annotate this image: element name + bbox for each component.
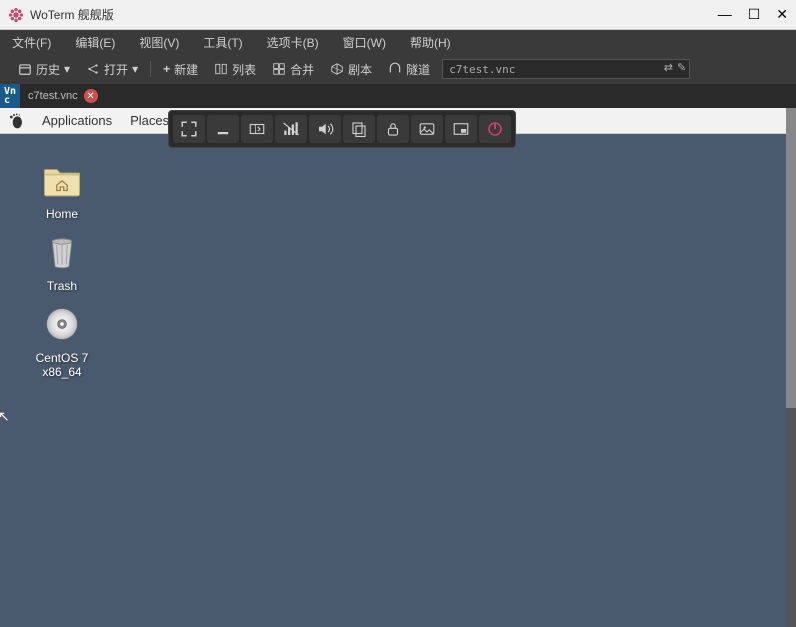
vnc-control-bar: [168, 110, 516, 148]
minimize-icon: [214, 120, 232, 138]
scale-icon: [248, 120, 266, 138]
power-button[interactable]: [479, 115, 511, 143]
calendar-icon: [18, 62, 32, 76]
centos-disc-icon[interactable]: CentOS 7 x86_64: [22, 306, 102, 379]
disc-icon: [41, 306, 83, 342]
fullscreen-icon: [180, 120, 198, 138]
vnc-badge: Vn c: [0, 84, 20, 108]
cube-icon: [330, 62, 344, 76]
desktop[interactable]: ↖ Home Trash: [0, 134, 786, 627]
scrollbar-thumb[interactable]: [786, 108, 796, 408]
home-folder-icon[interactable]: Home: [22, 162, 102, 221]
menu-tabs[interactable]: 选项卡(B): [267, 34, 319, 51]
desktop-icon-label: Home: [22, 207, 102, 221]
window-controls: — ☐ ✕: [718, 6, 788, 23]
gnome-foot-icon: [8, 113, 24, 129]
separator: [150, 61, 151, 77]
menu-file[interactable]: 文件(F): [12, 34, 51, 51]
places-menu[interactable]: Places: [130, 113, 169, 128]
tabbar: Vn c c7test.vnc ✕: [0, 84, 796, 108]
menu-window[interactable]: 窗口(W): [343, 34, 386, 51]
fullscreen-button[interactable]: [173, 115, 205, 143]
plus-icon: +: [163, 62, 170, 76]
merge-button[interactable]: 合并: [266, 59, 320, 80]
minimize-vnc-button[interactable]: [207, 115, 239, 143]
vnc-viewport: Applications Places ↖ Home: [0, 108, 796, 627]
scale-button[interactable]: [241, 115, 273, 143]
menubar: 文件(F) 编辑(E) 视图(V) 工具(T) 选项卡(B) 窗口(W) 帮助(…: [0, 30, 796, 54]
lock-icon: [384, 120, 402, 138]
lock-button[interactable]: [377, 115, 409, 143]
folder-icon: [41, 162, 83, 198]
picture-icon: [418, 120, 436, 138]
swap-icon[interactable]: ⇄: [664, 61, 673, 74]
edit-icon[interactable]: ✎: [677, 61, 686, 74]
grid-icon: [272, 62, 286, 76]
minimize-button[interactable]: —: [718, 6, 732, 23]
tab-c7test[interactable]: c7test.vnc ✕: [20, 89, 106, 103]
mouse-cursor: ↖: [0, 408, 10, 425]
new-button[interactable]: + 新建: [157, 59, 204, 80]
menu-edit[interactable]: 编辑(E): [75, 34, 115, 51]
picture-button[interactable]: [411, 115, 443, 143]
toolbar: 历史▾ 打开▾ + 新建 列表 合并 剧本 隧道 ⇄ ✎: [0, 54, 796, 84]
menu-view[interactable]: 视图(V): [139, 34, 179, 51]
script-button[interactable]: 剧本: [324, 59, 378, 80]
trashcan-icon: [41, 234, 83, 270]
applications-menu[interactable]: Applications: [42, 113, 112, 128]
share-icon: [86, 62, 100, 76]
pip-button[interactable]: [445, 115, 477, 143]
tunnel-button[interactable]: 隧道: [382, 59, 436, 80]
clipboard-button[interactable]: [343, 115, 375, 143]
search-input[interactable]: [442, 59, 690, 79]
open-button[interactable]: 打开▾: [80, 59, 144, 80]
menu-help[interactable]: 帮助(H): [410, 34, 451, 51]
signal-icon: [282, 120, 300, 138]
history-button[interactable]: 历史▾: [12, 59, 76, 80]
menu-tools[interactable]: 工具(T): [203, 34, 242, 51]
copy-icon: [350, 120, 368, 138]
window-title: WoTerm 舰舰版: [30, 6, 718, 23]
sound-button[interactable]: [309, 115, 341, 143]
trash-icon[interactable]: Trash: [22, 234, 102, 293]
titlebar: WoTerm 舰舰版 — ☐ ✕: [0, 0, 796, 30]
desktop-icon-label: CentOS 7 x86_64: [22, 351, 102, 379]
vertical-scrollbar[interactable]: [786, 108, 796, 627]
maximize-button[interactable]: ☐: [748, 6, 761, 23]
tab-close-button[interactable]: ✕: [84, 89, 98, 103]
search-wrapper: ⇄ ✎: [440, 59, 690, 79]
list-button[interactable]: 列表: [208, 59, 262, 80]
sound-icon: [316, 120, 334, 138]
tunnel-icon: [388, 62, 402, 76]
pip-icon: [452, 120, 470, 138]
signal-button[interactable]: [275, 115, 307, 143]
desktop-icon-label: Trash: [22, 279, 102, 293]
app-icon: [8, 7, 24, 23]
close-button[interactable]: ✕: [776, 6, 788, 23]
list-icon: [214, 62, 228, 76]
power-icon: [486, 120, 504, 138]
